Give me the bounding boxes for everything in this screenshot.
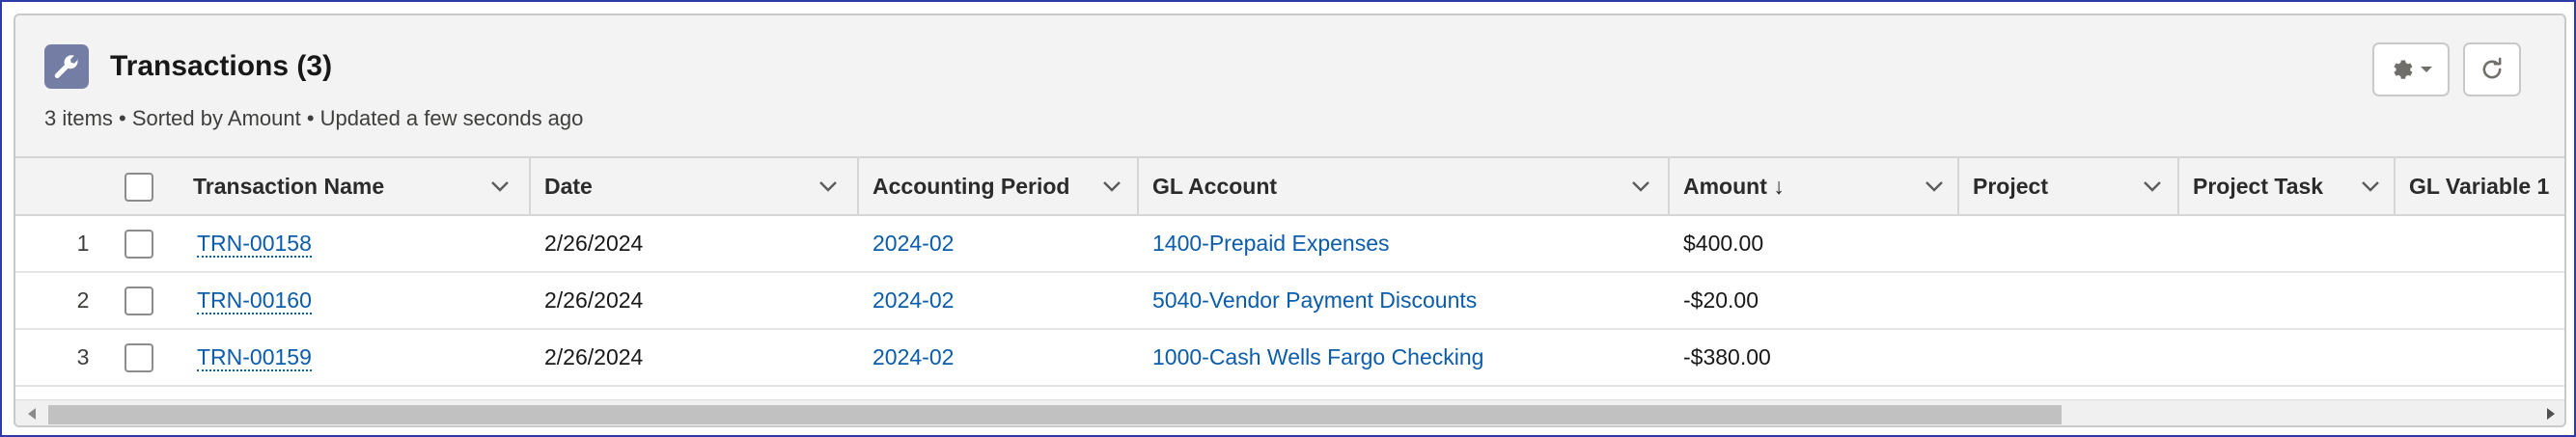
chevron-down-icon[interactable] (2359, 176, 2382, 197)
transaction-name-link[interactable]: TRN-00159 (197, 344, 312, 371)
gear-icon (2394, 60, 2413, 79)
amount-cell: -$380.00 (1683, 344, 1771, 369)
scroll-right-icon[interactable] (2544, 406, 2558, 422)
chevron-down-icon[interactable] (817, 176, 840, 197)
column-header-accounting-period[interactable]: Accounting Period (859, 158, 1137, 214)
row-number: 1 (76, 231, 90, 256)
column-label: Project (1973, 173, 2048, 199)
amount-cell: -$20.00 (1683, 287, 1759, 313)
wrench-icon (44, 44, 89, 89)
column-header-project[interactable]: Project (1959, 158, 2177, 214)
table-row: 2 TRN-00160 2/26/2024 2024-02 5040-Vendo… (15, 273, 2564, 330)
accounting-period-link[interactable]: 2024-02 (873, 273, 954, 328)
amount-cell: $400.00 (1683, 231, 1764, 256)
chevron-down-icon[interactable] (1629, 176, 1652, 197)
window-frame: Transactions (3) 3 items • Sorted by Amo… (0, 0, 2576, 437)
row-checkbox[interactable] (125, 230, 153, 259)
chevron-down-icon[interactable] (2141, 176, 2164, 197)
list-settings-button[interactable] (2372, 42, 2450, 96)
scrollbar-thumb[interactable] (48, 405, 2062, 424)
column-header-gl-variable-1[interactable]: GL Variable 1 (2396, 158, 2564, 214)
gl-account-link[interactable]: 1400-Prepaid Expenses (1152, 216, 1390, 271)
accounting-period-link[interactable]: 2024-02 (873, 330, 954, 385)
chevron-down-icon (2421, 67, 2432, 72)
column-label: Date (544, 173, 593, 199)
accounting-period-link[interactable]: 2024-02 (873, 216, 954, 271)
table-row: 3 TRN-00159 2/26/2024 2024-02 1000-Cash … (15, 330, 2564, 387)
gl-account-link[interactable]: 5040-Vendor Payment Discounts (1152, 273, 1477, 328)
table-header-row: Transaction Name Date Accounting Period … (15, 156, 2564, 216)
row-checkbox[interactable] (125, 343, 153, 372)
row-number: 2 (76, 287, 90, 313)
gl-account-link[interactable]: 1000-Cash Wells Fargo Checking (1152, 330, 1483, 385)
column-label: Transaction Name (193, 173, 385, 199)
column-label: GL Variable 1 (2409, 173, 2550, 199)
column-header-project-task[interactable]: Project Task (2179, 158, 2394, 214)
chevron-down-icon[interactable] (1923, 176, 1946, 197)
date-cell: 2/26/2024 (544, 231, 644, 256)
column-header-gl-account[interactable]: GL Account (1139, 158, 1668, 214)
column-label: Amount ↓ (1683, 173, 1785, 199)
refresh-icon (2482, 57, 2502, 79)
transactions-card: Transactions (3) 3 items • Sorted by Amo… (14, 14, 2566, 427)
row-checkbox[interactable] (125, 287, 153, 315)
refresh-button[interactable] (2463, 42, 2521, 96)
column-header-amount[interactable]: Amount ↓ (1670, 158, 1957, 214)
date-cell: 2/26/2024 (544, 287, 644, 313)
select-all-checkbox[interactable] (125, 173, 153, 202)
chevron-down-icon[interactable] (1100, 176, 1123, 197)
column-label: Project Task (2193, 173, 2324, 199)
transactions-table: Transaction Name Date Accounting Period … (15, 156, 2564, 402)
scroll-left-icon[interactable] (25, 406, 39, 422)
transaction-name-link[interactable]: TRN-00160 (197, 287, 312, 314)
transaction-name-link[interactable]: TRN-00158 (197, 231, 312, 258)
table-row: 1 TRN-00158 2/26/2024 2024-02 1400-Prepa… (15, 216, 2564, 273)
column-header-date[interactable]: Date (531, 158, 857, 214)
column-label: GL Account (1152, 173, 1278, 199)
column-header-transaction-name[interactable]: Transaction Name (180, 158, 531, 214)
page-title: Transactions (3) (110, 50, 333, 82)
column-label: Accounting Period (873, 173, 1070, 199)
row-number: 3 (76, 344, 90, 369)
horizontal-scrollbar[interactable] (15, 399, 2564, 425)
list-status-text: 3 items • Sorted by Amount • Updated a f… (44, 106, 584, 130)
chevron-down-icon[interactable] (488, 176, 512, 197)
date-cell: 2/26/2024 (544, 344, 644, 369)
